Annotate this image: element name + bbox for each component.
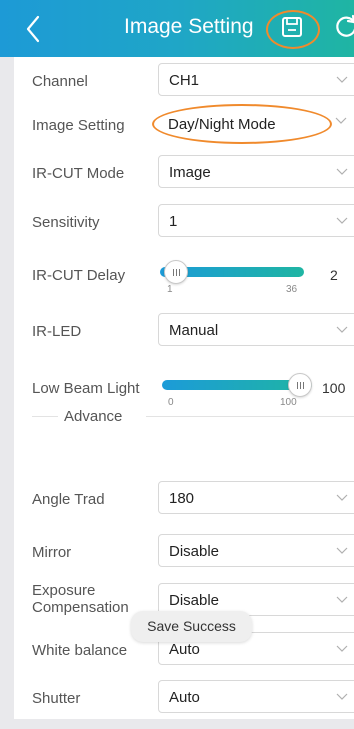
mirror-label: Mirror — [32, 544, 72, 561]
shutter-value: Auto — [169, 689, 200, 706]
low-beam-knob[interactable] — [288, 373, 312, 397]
channel-row: Channel CH1 — [14, 57, 354, 105]
chevron-down-icon — [336, 596, 348, 603]
chevron-down-icon — [335, 117, 347, 124]
ircut-mode-row: IR-CUT Mode Image — [14, 149, 354, 197]
chevron-down-icon — [336, 326, 348, 333]
chevron-down-icon — [336, 693, 348, 700]
header-bar: Image Setting — [0, 0, 354, 57]
image-setting-label: Image Setting — [32, 117, 125, 134]
sensitivity-select[interactable]: 1 — [158, 204, 354, 237]
chevron-down-icon — [336, 494, 348, 501]
shutter-row: Shutter Auto — [14, 674, 354, 722]
low-beam-label: Low Beam Light — [32, 380, 140, 397]
irled-label: IR-LED — [32, 323, 82, 340]
advance-divider: Advance — [14, 406, 354, 426]
sensitivity-value: 1 — [169, 213, 178, 230]
channel-select[interactable]: CH1 — [158, 63, 354, 96]
shutter-label: Shutter — [32, 690, 81, 707]
save-highlight-ring — [266, 10, 320, 49]
low-beam-value: 100 — [322, 380, 346, 396]
angle-trad-value: 180 — [169, 490, 195, 507]
ircut-mode-select[interactable]: Image — [158, 155, 354, 188]
chevron-down-icon — [336, 76, 348, 83]
white-balance-label: White balance — [32, 642, 128, 659]
angle-trad-label: Angle Trad — [32, 491, 105, 508]
advance-label: Advance — [64, 408, 123, 425]
ircut-delay-knob[interactable] — [163, 260, 188, 284]
angle-trad-row: Angle Trad 180 — [14, 475, 354, 523]
image-setting-value: Day/Night Mode — [168, 116, 276, 133]
channel-value: CH1 — [169, 72, 200, 89]
mirror-value: Disable — [169, 543, 220, 560]
angle-trad-select[interactable]: 180 — [158, 481, 354, 514]
white-balance-value: Auto — [169, 641, 200, 658]
exposure-value: Disable — [169, 592, 220, 609]
ircut-mode-label: IR-CUT Mode — [32, 165, 125, 182]
chevron-down-icon — [336, 547, 348, 554]
back-chevron-icon[interactable] — [20, 11, 46, 47]
channel-label: Channel — [32, 73, 88, 90]
irled-select[interactable]: Manual — [158, 313, 354, 346]
ircut-delay-min: 1 — [167, 284, 173, 295]
sensitivity-label: Sensitivity — [32, 214, 100, 231]
save-success-toast: Save Success — [131, 611, 252, 642]
ircut-delay-max: 36 — [286, 284, 298, 295]
chevron-down-icon — [336, 168, 348, 175]
chevron-down-icon — [336, 645, 348, 652]
image-setting-row: Image Setting Day/Night Mode — [14, 101, 354, 149]
mirror-select[interactable]: Disable — [158, 534, 354, 567]
ircut-mode-value: Image — [169, 164, 211, 181]
irled-value: Manual — [169, 322, 219, 339]
page-title: Image Setting — [124, 15, 254, 38]
refresh-icon[interactable] — [334, 14, 354, 40]
ircut-delay-slider[interactable]: 1 36 — [156, 253, 306, 301]
irled-row: IR-LED Manual — [14, 307, 354, 355]
ircut-delay-value: 2 — [330, 267, 338, 283]
sensitivity-row: Sensitivity 1 — [14, 198, 354, 246]
ircut-delay-label: IR-CUT Delay — [32, 267, 126, 284]
ircut-delay-row: IR-CUT Delay 1 36 2 — [14, 253, 354, 301]
app-frame: Image Setting Channel CH1 Image Setting … — [0, 0, 354, 729]
shutter-select[interactable]: Auto — [158, 680, 354, 713]
image-setting-select[interactable]: Day/Night Mode — [152, 104, 332, 144]
mirror-row: Mirror Disable — [14, 528, 354, 576]
chevron-down-icon — [336, 217, 348, 224]
